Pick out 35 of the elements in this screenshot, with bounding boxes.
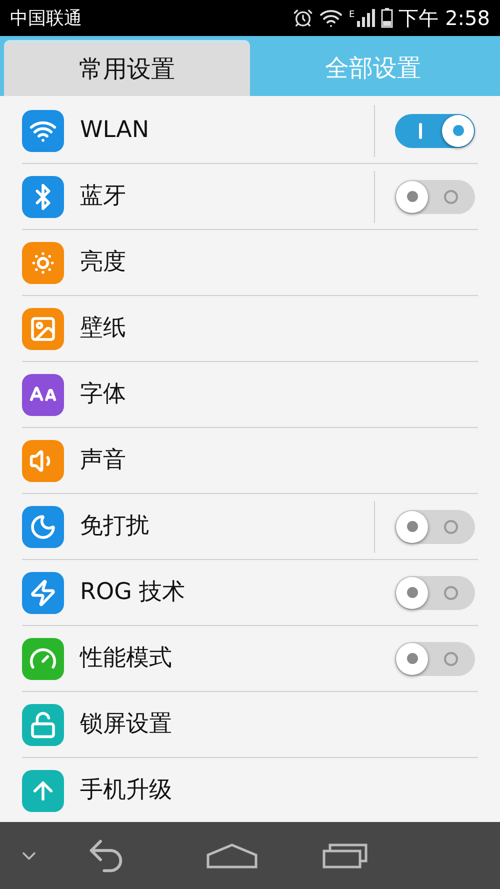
tab[interactable]: 常用设置 — [4, 40, 250, 96]
settings-row[interactable]: WLAN — [22, 98, 478, 164]
carrier-name: 中国联通 — [10, 6, 82, 30]
toggle-switch[interactable] — [395, 180, 475, 214]
toggle-switch[interactable] — [395, 576, 475, 610]
recent-apps-icon[interactable] — [322, 842, 368, 868]
settings-row[interactable]: 声音 — [22, 428, 478, 494]
setting-label: 免打扰 — [80, 512, 149, 542]
setting-label: 性能模式 — [80, 644, 172, 674]
setting-label: 亮度 — [80, 248, 126, 278]
settings-row[interactable]: 亮度 — [22, 230, 478, 296]
setting-label: 蓝牙 — [80, 182, 126, 212]
settings-row[interactable]: 性能模式 — [22, 626, 478, 692]
network-type: E — [349, 9, 355, 22]
toggle-switch[interactable] — [395, 114, 475, 148]
home-icon[interactable] — [206, 842, 258, 868]
battery-icon — [380, 8, 393, 28]
toggle-switch[interactable] — [395, 642, 475, 676]
toggle-switch[interactable] — [395, 510, 475, 544]
settings-row[interactable]: 锁屏设置 — [22, 692, 478, 758]
setting-label: 字体 — [80, 380, 126, 410]
setting-label: 手机升级 — [80, 776, 172, 806]
setting-label: 壁纸 — [80, 314, 126, 344]
settings-row[interactable]: 壁纸 — [22, 296, 478, 362]
signal-icon — [356, 9, 375, 27]
setting-label: WLAN — [80, 116, 150, 146]
clock-time: 下午 2:58 — [398, 5, 490, 32]
settings-row[interactable]: 免打扰 — [22, 494, 478, 560]
setting-label: 声音 — [80, 446, 126, 476]
setting-label: ROG 技术 — [80, 578, 186, 608]
settings-row[interactable]: ROG 技术 — [22, 560, 478, 626]
alarm-icon — [293, 8, 314, 28]
settings-row[interactable]: 字体 — [22, 362, 478, 428]
settings-row[interactable]: 蓝牙 — [22, 164, 478, 230]
setting-label: 锁屏设置 — [80, 710, 172, 740]
